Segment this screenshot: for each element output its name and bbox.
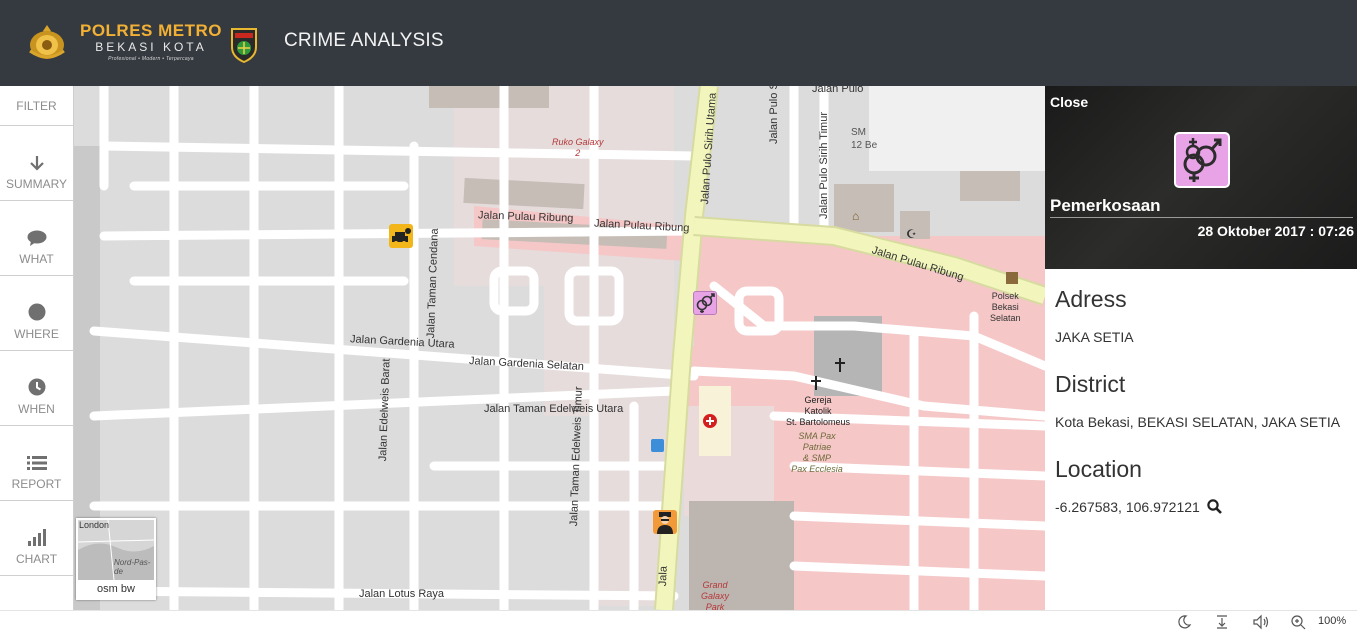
close-button[interactable]: Close: [1050, 94, 1088, 110]
incident-detail-panel: Close Pemerkosaan 28 Oktober 2017 : 07:2…: [1045, 86, 1357, 610]
sidebar-item-label: WHERE: [14, 327, 59, 341]
poi-line: Polsek: [991, 291, 1019, 301]
poi-label: Polsek Bekasi Selatan: [990, 291, 1021, 324]
list-icon: [26, 456, 47, 470]
minimap-place: London: [79, 520, 110, 530]
poi-line: & SMP: [802, 453, 831, 463]
zoom-in-icon[interactable]: [1290, 614, 1306, 630]
sidebar-item-filter[interactable]: FILTER: [0, 86, 73, 126]
theft-vehicle-marker-icon[interactable]: [389, 224, 413, 248]
street-label: Jala: [657, 565, 670, 587]
poi-line: St. Bartolomeus: [785, 417, 851, 427]
map-view[interactable]: ⌂ ☪ Jalan Pulau Ribung Jalan Pulau Ribun…: [74, 86, 1045, 610]
sidebar: FILTER SUMMARY WHAT WHERE WHEN REPORT CH…: [0, 86, 74, 610]
crime-type: Pemerkosaan: [1050, 196, 1161, 215]
robbery-marker-icon[interactable]: [653, 510, 677, 534]
sidebar-item-label: WHAT: [19, 252, 54, 266]
poi-label: Grand Galaxy Park: [700, 580, 730, 610]
poi-line: Bekasi: [991, 302, 1019, 312]
incident-datetime: 28 Oktober 2017 : 07:26: [1197, 223, 1354, 239]
rape-marker-icon[interactable]: [693, 291, 717, 315]
poi-line: Selatan: [990, 313, 1021, 323]
poi-line: Katolik: [804, 406, 832, 416]
poi-line: Patriae: [802, 442, 832, 452]
sidebar-item-label: CHART: [15, 552, 58, 566]
address-value: JAKA SETIA: [1055, 329, 1134, 345]
gender-symbols-icon: [1174, 132, 1230, 188]
clock-icon: [28, 378, 45, 396]
zoom-level[interactable]: 100%: [1318, 615, 1346, 627]
brand-tagline: Profesional • Modern • Terpercaya: [108, 56, 194, 62]
street-label: Jalan Pulo: [812, 86, 864, 95]
map-tiles: ⌂ ☪: [74, 86, 1045, 610]
district-heading: District: [1055, 371, 1126, 397]
location-heading: Location: [1055, 456, 1142, 482]
sidebar-item-label: WHEN: [18, 402, 55, 416]
download-arrow-icon: [29, 156, 44, 171]
street-label: Jalan Lotus Raya: [359, 588, 444, 600]
poi-line: 2: [575, 148, 581, 158]
app-title: CRIME ANALYSIS: [284, 30, 444, 51]
search-icon[interactable]: [1207, 499, 1222, 514]
address-heading: Adress: [1055, 286, 1127, 312]
police-badge-logo: [29, 25, 65, 59]
sidebar-item-label: SUMMARY: [5, 177, 68, 191]
poi-line: SMA Pax: [798, 431, 836, 441]
location-value: -6.267583, 106.972121: [1055, 499, 1222, 515]
download-tray-icon[interactable]: [1214, 614, 1230, 630]
poi-label: SMA Pax Patriae & SMP Pax Ecclesia: [786, 431, 848, 475]
minimap-label: osm bw: [78, 580, 154, 598]
sidebar-item-when[interactable]: WHEN: [0, 351, 73, 426]
sidebar-item-report[interactable]: REPORT: [0, 426, 73, 501]
svg-text:☪: ☪: [906, 227, 917, 241]
sidebar-item-what[interactable]: WHAT: [0, 201, 73, 276]
poi-label: Gereja Katolik St. Bartolomeus: [776, 395, 860, 428]
top-bar: POLRES METRO BEKASI KOTA Profesional • M…: [0, 0, 1357, 86]
divider: [1050, 217, 1353, 218]
minimap-place: Nord-Pas-de: [114, 558, 151, 576]
sidebar-item-label: REPORT: [11, 477, 62, 491]
circle-icon: [28, 303, 45, 321]
incident-header: Close Pemerkosaan 28 Oktober 2017 : 07:2…: [1045, 86, 1357, 269]
svg-text:⌂: ⌂: [852, 209, 859, 223]
poi-line: 12 Be: [851, 140, 878, 151]
coordinates-text: -6.267583, 106.972121: [1055, 499, 1200, 515]
speaker-icon[interactable]: [1252, 614, 1270, 630]
sidebar-item-where[interactable]: WHERE: [0, 276, 73, 351]
street-label: Jalan Pulo Sirih Timur: [818, 112, 830, 219]
poi-line: Park: [705, 602, 725, 610]
polri-shield-logo: [231, 28, 257, 63]
sidebar-item-chart[interactable]: CHART: [0, 501, 73, 576]
poi-line: Ruko Galaxy: [552, 137, 604, 147]
brand-line-1: POLRES METRO: [79, 21, 222, 40]
sidebar-item-summary[interactable]: SUMMARY: [0, 126, 73, 201]
signal-bars-icon: [27, 529, 46, 546]
poi-label: SM 12 Be: [851, 126, 877, 152]
street-label: Jalan Taman Edelweis Utara: [484, 403, 624, 415]
brand-line-2: BEKASI KOTA: [95, 40, 207, 54]
street-label: Jalan Pulo S: [768, 86, 780, 144]
browser-status-bar: 100%: [0, 610, 1357, 632]
poi-line: Pax Ecclesia: [791, 464, 843, 474]
poi-line: Gereja: [804, 395, 832, 405]
poi-line: SM: [851, 127, 866, 138]
poi-line: Grand: [702, 580, 728, 590]
poi-line: Galaxy: [700, 591, 729, 601]
sidebar-item-label: FILTER: [16, 98, 57, 113]
minimap-layer-switcher[interactable]: London Nord-Pas-de osm bw: [76, 518, 156, 600]
moon-icon[interactable]: [1176, 614, 1192, 630]
poi-label: Ruko Galaxy 2: [552, 137, 604, 159]
chat-bubble-icon: [27, 230, 46, 246]
brand-block: POLRES METRO BEKASI KOTA Profesional • M…: [78, 22, 224, 63]
district-value: Kota Bekasi, BEKASI SELATAN, JAKA SETIA: [1055, 414, 1341, 430]
